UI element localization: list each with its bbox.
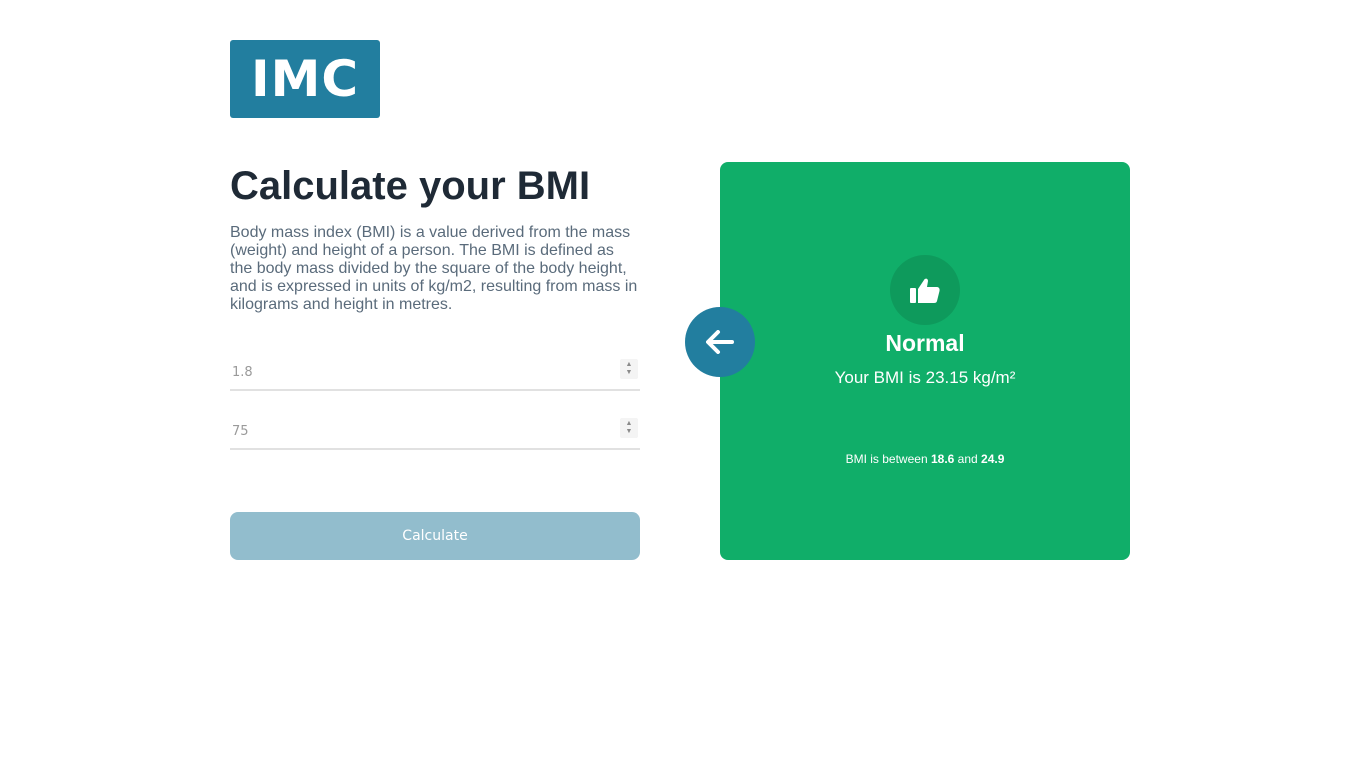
height-stepper[interactable]: ▲ ▼	[620, 359, 638, 379]
weight-input[interactable]	[230, 414, 640, 448]
range-and: and	[957, 452, 978, 466]
weight-field: ▲ ▼	[230, 414, 640, 450]
logo: IMC	[230, 40, 380, 118]
result-icon-circle	[890, 255, 960, 325]
result-range: BMI is between 18.6 and 24.9	[720, 452, 1130, 466]
intro-section: Calculate your BMI Body mass index (BMI)…	[230, 162, 640, 314]
result-card: Normal Your BMI is 23.15 kg/m² BMI is be…	[720, 162, 1130, 560]
result-bmi-value: Your BMI is 23.15 kg/m²	[834, 368, 1016, 387]
chevron-up-icon[interactable]: ▲	[626, 420, 633, 428]
height-input[interactable]	[230, 355, 640, 389]
bmi-page: IMC Calculate your BMI Body mass index (…	[0, 0, 1360, 768]
page-description: Body mass index (BMI) is a value derived…	[230, 224, 638, 313]
chevron-down-icon[interactable]: ▼	[626, 428, 633, 436]
chevron-down-icon[interactable]: ▼	[626, 369, 633, 377]
range-min: 18.6	[930, 452, 955, 466]
range-prefix: BMI is between	[845, 452, 928, 466]
range-max: 24.9	[981, 452, 1005, 466]
result-status: Normal	[885, 330, 965, 356]
logo-text: IMC	[250, 50, 360, 108]
weight-stepper[interactable]: ▲ ▼	[620, 418, 638, 438]
calculate-button[interactable]: Calculate	[230, 512, 640, 560]
height-field: ▲ ▼	[230, 355, 640, 391]
thumbs-up-icon	[910, 278, 940, 303]
back-button[interactable]	[685, 307, 755, 377]
chevron-up-icon[interactable]: ▲	[626, 361, 633, 369]
page-title: Calculate your BMI	[230, 164, 591, 208]
arrow-left-icon	[706, 330, 734, 354]
